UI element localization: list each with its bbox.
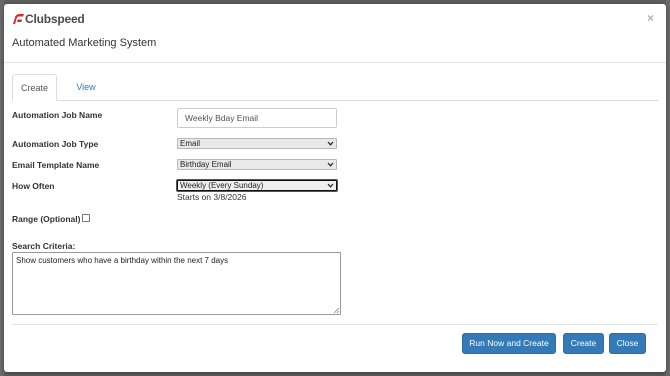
close-button[interactable]: Close <box>609 333 646 354</box>
template-label: Email Template Name <box>12 160 100 170</box>
chevron-down-icon <box>327 183 334 188</box>
tab-bar: Create View <box>12 74 658 101</box>
search-criteria-label: Search Criteria: <box>12 241 76 251</box>
modal-title: Automated Marketing System <box>12 37 157 49</box>
clubspeed-logo-icon <box>13 14 24 24</box>
create-button[interactable]: Create <box>563 333 604 354</box>
search-criteria-textarea[interactable]: Show customers who have a birthday withi… <box>12 252 341 315</box>
backdrop-right <box>666 0 670 376</box>
footer-divider <box>12 324 658 325</box>
close-icon[interactable]: × <box>647 12 654 24</box>
run-now-and-create-button[interactable]: Run Now and Create <box>462 333 556 354</box>
how-often-select[interactable]: Weekly (Every Sunday) <box>176 179 338 192</box>
logo-text: Clubspeed <box>25 12 85 26</box>
start-date-note: Starts on 3/8/2026 <box>177 192 247 202</box>
header-divider <box>4 62 666 63</box>
resize-handle-icon[interactable] <box>333 307 339 313</box>
template-select[interactable]: Birthday Email <box>177 159 337 170</box>
job-name-label: Automation Job Name <box>12 110 103 120</box>
how-often-value: Weekly (Every Sunday) <box>180 181 264 190</box>
automated-marketing-modal: Clubspeed × Automated Marketing System C… <box>4 4 666 372</box>
job-type-label: Automation Job Type <box>12 139 99 149</box>
how-often-label: How Often <box>12 181 55 191</box>
job-name-input[interactable]: Weekly Bday Email <box>177 108 337 128</box>
range-checkbox[interactable] <box>82 214 90 222</box>
template-value: Birthday Email <box>180 160 232 169</box>
search-criteria-text: Show customers who have a birthday withi… <box>16 256 229 265</box>
job-type-select[interactable]: Email <box>177 138 337 149</box>
tab-create[interactable]: Create <box>12 74 57 101</box>
job-type-value: Email <box>180 139 201 148</box>
chevron-down-icon <box>327 141 334 146</box>
clubspeed-logo: Clubspeed <box>12 11 85 27</box>
range-label: Range (Optional) <box>12 214 81 224</box>
tab-view[interactable]: View <box>66 74 106 100</box>
chevron-down-icon <box>327 162 334 167</box>
